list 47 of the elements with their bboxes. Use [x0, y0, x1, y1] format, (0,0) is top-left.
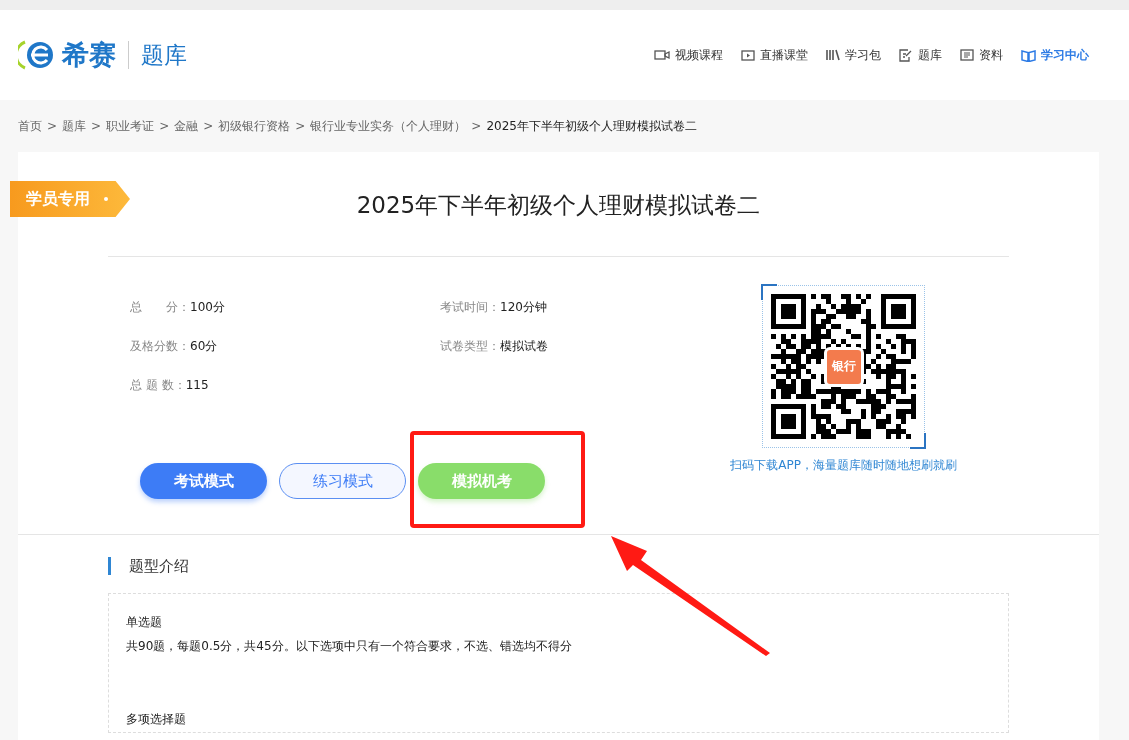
nav-link[interactable]: 学习包 — [826, 46, 881, 64]
breadcrumb-separator: > — [91, 119, 102, 133]
breadcrumb-link[interactable]: 职业考证 — [106, 117, 155, 135]
document-icon — [960, 49, 974, 61]
qr-caption: 扫码下载APP，海量题库随时随地想刷就刷 — [730, 457, 957, 474]
breadcrumb-separator: > — [203, 119, 214, 133]
breadcrumb-link[interactable]: 题库 — [62, 117, 87, 135]
breadcrumb-separator: > — [471, 119, 482, 133]
field-label: 试卷类型： — [440, 339, 500, 353]
section-name: 题库 — [141, 40, 187, 70]
nav-link[interactable]: 资料 — [960, 46, 1003, 64]
breadcrumb-separator: > — [47, 119, 58, 133]
breadcrumb-separator: > — [159, 119, 170, 133]
ribbon-tag: 学员专用 — [10, 181, 130, 217]
nav-link[interactable]: 学习中心 — [1021, 46, 1089, 64]
breadcrumb-link[interactable]: 金融 — [174, 117, 199, 135]
field-label: 及格分数： — [130, 339, 190, 353]
question-type-description: 共90题，每题0.5分，共45分。以下选项中只有一个符合要求，不选、错选均不得分 — [126, 638, 573, 655]
edit-icon — [899, 48, 913, 62]
qr-code: 银行 — [762, 285, 926, 448]
field-label: 总 题 数： — [130, 378, 186, 392]
field-value: 模拟试卷 — [500, 339, 548, 353]
field-value: 100分 — [190, 300, 225, 314]
field-label: 考试时间： — [440, 300, 500, 314]
monitor-play-icon — [741, 49, 755, 61]
video-camera-icon — [654, 49, 670, 61]
section-heading: 题型介绍 — [108, 557, 189, 575]
nav-link[interactable]: 视频课程 — [654, 46, 723, 64]
paper-title: 2025年下半年初级个人理财模拟试卷二 — [356, 191, 761, 220]
books-icon — [826, 49, 840, 61]
breadcrumb-link[interactable]: 初级银行资格 — [218, 117, 291, 135]
breadcrumb-link[interactable]: 首页 — [18, 117, 42, 135]
mode-button[interactable]: 练习模式 — [279, 463, 406, 499]
field-value: 115 — [185, 378, 209, 392]
mode-button[interactable]: 考试模式 — [140, 463, 267, 499]
question-type-name: 单选题 — [126, 614, 163, 631]
question-type-name: 多项选择题 — [126, 711, 187, 728]
field-value: 60分 — [190, 339, 218, 353]
breadcrumb-separator: > — [295, 119, 306, 133]
open-book-icon — [1021, 48, 1036, 62]
field-label: 总 分： — [130, 300, 190, 314]
field-value: 120分钟 — [500, 300, 547, 314]
brand-name: 希赛 — [62, 38, 116, 72]
nav-link[interactable]: 题库 — [899, 46, 942, 64]
breadcrumb-current: 2025年下半年初级个人理财模拟试卷二 — [486, 117, 697, 135]
breadcrumb-link[interactable]: 银行业专业实务（个人理财） — [310, 117, 467, 135]
nav-link[interactable]: 直播课堂 — [741, 46, 808, 64]
